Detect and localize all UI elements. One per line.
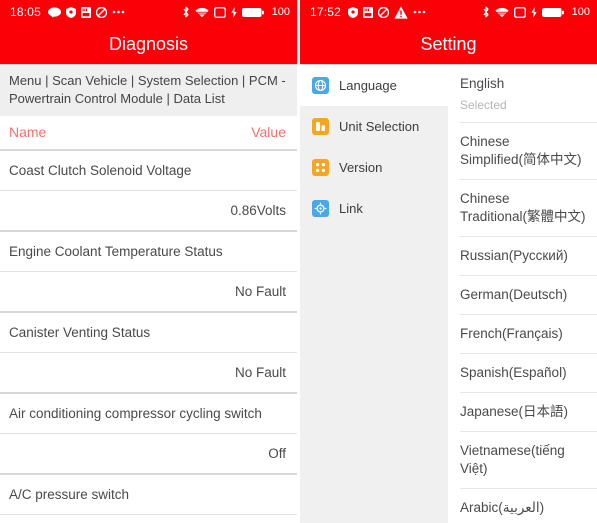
language-selected-label: Selected — [460, 98, 507, 112]
data-list[interactable]: Coast Clutch Solenoid Voltage 0.86Volts … — [0, 151, 297, 523]
language-icon — [312, 77, 329, 94]
sidebar-item-link[interactable]: Link — [300, 188, 448, 229]
diagnosis-title-bar: Diagnosis — [0, 24, 297, 65]
sidebar-item-unit-selection[interactable]: Unit Selection — [300, 106, 448, 147]
sidebar-item-label: Link — [339, 201, 363, 216]
data-row-name: Canister Venting Status — [0, 313, 297, 353]
language-name: German(Deutsch) — [460, 287, 568, 302]
message-icon — [48, 6, 62, 18]
sidebar-item-language[interactable]: Language — [300, 65, 448, 106]
column-header-name: Name — [9, 124, 47, 140]
setting-screen: 17:52 100 Setting Language Unit Selectio… — [300, 0, 597, 523]
status-bar-left-icons — [48, 6, 125, 18]
page-title: Setting — [420, 33, 477, 54]
setting-title-bar: Setting — [300, 24, 597, 65]
charging-bolt-icon — [531, 6, 537, 18]
wifi-icon — [495, 7, 509, 18]
unit-selection-icon — [312, 118, 329, 135]
language-name: Japanese(日本語) — [460, 404, 569, 419]
language-option[interactable]: Chinese Traditional(繁體中文) — [460, 180, 597, 237]
language-option[interactable]: German(Deutsch) — [460, 276, 597, 315]
shield-icon — [66, 6, 77, 18]
data-row-value: Off — [0, 434, 297, 475]
language-name: Spanish(Español) — [460, 365, 567, 380]
data-row-value: No Fault — [0, 272, 297, 313]
shield-icon — [348, 6, 359, 18]
status-bar-left: 18:05 100 — [0, 0, 297, 24]
status-bar-right: 17:52 100 — [300, 0, 597, 24]
language-option[interactable]: Vietnamese(tiếng Việt) — [460, 432, 597, 489]
sidebar-item-label: Language — [339, 78, 397, 93]
language-option[interactable]: Chinese Simplified(简体中文) — [460, 123, 597, 180]
status-bar-right-icons: 100 — [482, 6, 590, 18]
battery-icon — [241, 7, 264, 18]
data-row-name: Engine Coolant Temperature Status — [0, 232, 297, 272]
sim-icon — [513, 6, 526, 18]
link-icon — [312, 200, 329, 217]
language-name: French(Français) — [460, 326, 563, 341]
settings-sidebar: Language Unit Selection Version Link — [300, 65, 448, 523]
bluetooth-icon — [182, 6, 190, 18]
language-option[interactable]: Spanish(Español) — [460, 354, 597, 393]
bluetooth-icon — [482, 6, 490, 18]
page-title: Diagnosis — [108, 33, 189, 54]
version-icon — [312, 159, 329, 176]
language-name: Chinese Traditional(繁體中文) — [460, 191, 586, 224]
charging-bolt-icon — [231, 6, 237, 18]
language-name: Arabic(العربية) — [460, 500, 545, 515]
data-row-name: Air conditioning compressor cycling swit… — [0, 394, 297, 434]
language-name: Russian(Русский) — [460, 248, 568, 263]
data-list-column-header: Name Value — [0, 116, 297, 151]
sd-card-icon — [81, 6, 92, 18]
data-row-name: A/C pressure switch — [0, 475, 297, 515]
language-name: English — [460, 76, 505, 91]
column-header-value: Value — [251, 124, 286, 140]
data-row-value: 0.86Volts — [0, 191, 297, 232]
setting-body: Language Unit Selection Version Link Eng… — [300, 65, 597, 523]
data-row-value: OPEN (O/C) — [0, 515, 297, 523]
sidebar-item-version[interactable]: Version — [300, 147, 448, 188]
battery-percent-label: 100 — [271, 6, 290, 18]
wifi-icon — [195, 7, 209, 18]
do-not-disturb-icon — [378, 6, 390, 18]
status-bar-right-icons: 100 — [182, 6, 290, 18]
language-option-english[interactable]: English Selected — [460, 65, 597, 123]
warning-icon — [394, 5, 408, 19]
more-icon — [112, 10, 125, 14]
battery-icon — [541, 7, 564, 18]
language-name: Vietnamese(tiếng Việt) — [460, 443, 565, 476]
language-option[interactable]: Arabic(العربية) — [460, 489, 597, 523]
do-not-disturb-icon — [96, 6, 108, 18]
language-name: Chinese Simplified(简体中文) — [460, 134, 582, 167]
diagnosis-screen: 18:05 100 Diagnosis Menu | Scan Vehicle … — [0, 0, 297, 523]
sd-card-icon — [363, 6, 374, 18]
language-option[interactable]: French(Français) — [460, 315, 597, 354]
more-icon — [413, 10, 426, 14]
battery-percent-label: 100 — [571, 6, 590, 18]
language-option[interactable]: Japanese(日本語) — [460, 393, 597, 432]
sidebar-item-label: Version — [339, 160, 383, 175]
sim-icon — [213, 6, 226, 18]
status-bar-clock: 17:52 — [310, 5, 342, 19]
language-list[interactable]: English Selected Chinese Simplified(简体中文… — [448, 65, 597, 523]
status-bar-left-icons — [348, 5, 426, 19]
screenshot-root: 18:05 100 Diagnosis Menu | Scan Vehicle … — [0, 0, 597, 523]
data-row-value: No Fault — [0, 353, 297, 394]
sidebar-item-label: Unit Selection — [339, 119, 420, 134]
status-bar-clock: 18:05 — [10, 5, 42, 19]
breadcrumb: Menu | Scan Vehicle | System Selection |… — [0, 65, 297, 116]
language-option[interactable]: Russian(Русский) — [460, 237, 597, 276]
data-row-name: Coast Clutch Solenoid Voltage — [0, 151, 297, 191]
